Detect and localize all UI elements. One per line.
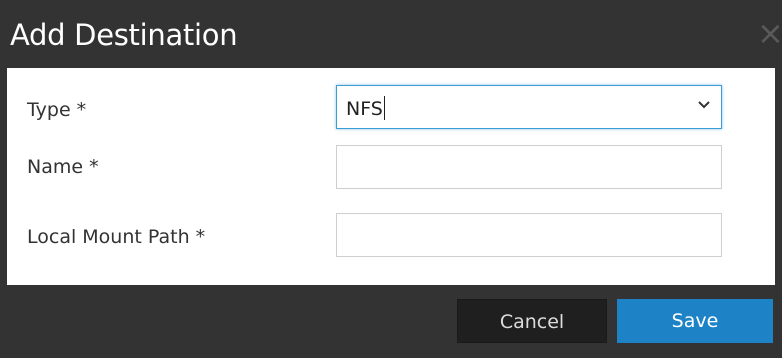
dialog-footer: Cancel Save [0,285,782,358]
dialog-titlebar: Add Destination × [0,0,782,68]
cancel-button[interactable]: Cancel [457,299,607,343]
name-input[interactable] [336,145,722,189]
dialog-body: Type * NFS Name * Local Mount Path * [7,68,775,285]
text-cursor [383,96,385,120]
close-icon[interactable]: × [757,17,782,49]
name-label: Name * [27,156,99,178]
type-select-value: NFS [346,96,385,120]
add-destination-dialog: Add Destination × Type * NFS Name * Loca… [0,0,782,358]
chevron-down-icon [698,101,710,109]
type-select[interactable]: NFS [336,85,722,129]
local-mount-path-label: Local Mount Path * [27,226,206,248]
save-button[interactable]: Save [617,299,773,343]
local-mount-path-input[interactable] [336,213,722,257]
dialog-title: Add Destination [10,18,238,52]
type-label: Type * [27,99,87,121]
